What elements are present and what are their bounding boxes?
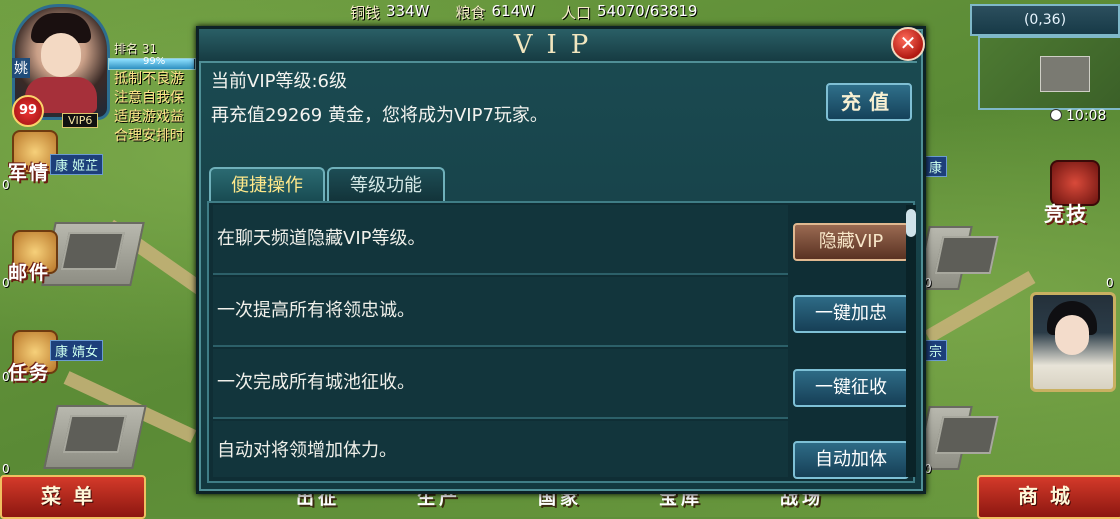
feature-description: 一次完成所有城池征收。: [217, 372, 415, 393]
player-level-badge: 99: [12, 95, 44, 127]
counter-label: 0: [2, 178, 10, 192]
grain-value: 614W: [491, 2, 535, 20]
quest-label: 任务: [8, 362, 51, 384]
arena-label: 竞技: [1044, 202, 1088, 226]
notice-line: 合理安排时: [114, 128, 184, 144]
next-vip-hint: 再充值29269 黄金，您将成为VIP7玩家。: [211, 105, 548, 126]
city-name-label[interactable]: 康 婧女: [50, 340, 104, 361]
grain-label: 粮食: [455, 4, 486, 22]
close-icon[interactable]: ✕: [891, 27, 925, 61]
one-click-loyalty-button[interactable]: 一键加忠: [793, 295, 909, 333]
military-report-label: 军情: [8, 162, 51, 184]
menu-button[interactable]: 菜单: [0, 475, 146, 519]
scrollbar-thumb[interactable]: [906, 209, 916, 237]
mail-button[interactable]: 邮件: [4, 230, 66, 284]
anti-addiction-notice: 抵制不良游 注意自我保 适度游戏益 合理安排时: [114, 70, 198, 146]
hide-vip-button[interactable]: 隐藏VIP: [793, 223, 909, 261]
notice-line: 抵制不良游: [114, 71, 184, 87]
minimap-city: [1040, 56, 1090, 92]
clock-icon: [1050, 109, 1062, 121]
avatar-face: [41, 33, 81, 77]
population-value: 54070/63819: [596, 2, 698, 20]
current-vip-level: 当前VIP等级:6级: [211, 71, 347, 92]
grain-resource: 粮食 614W: [455, 2, 534, 26]
city-name-label-right[interactable]: 康: [924, 156, 948, 177]
progress-percent: 99%: [143, 56, 166, 67]
feature-description: 在聊天频道隐藏VIP等级。: [217, 228, 426, 249]
clock: 10:08: [1050, 108, 1106, 124]
mail-label: 邮件: [8, 262, 51, 284]
auto-stamina-button[interactable]: 自动加体: [793, 441, 909, 479]
clock-time: 10:08: [1066, 108, 1107, 124]
copper-label: 铜钱: [350, 4, 381, 22]
advisor-portrait[interactable]: [1030, 292, 1116, 392]
player-vip-badge: VIP6: [62, 113, 99, 128]
counter-label: 0: [2, 276, 10, 290]
advisor-face: [1055, 315, 1089, 355]
arena-button[interactable]: 竞技: [1040, 160, 1110, 226]
tab-quick-actions[interactable]: 便捷操作: [209, 167, 325, 203]
vip-dialog: VIP ✕ 当前VIP等级:6级 再充值29269 黄金，您将成为VIP7玩家。…: [196, 26, 926, 494]
population-resource: 人口 54070/63819: [561, 2, 698, 26]
one-click-collect-button[interactable]: 一键征收: [793, 369, 909, 407]
shop-button[interactable]: 商城: [977, 475, 1120, 519]
feature-description: 自动对将领增加体力。: [217, 440, 397, 461]
feature-description: 一次提高所有将领忠诚。: [217, 300, 415, 321]
copper-value: 334W: [386, 2, 430, 20]
counter-label: 0: [2, 370, 10, 384]
population-label: 人口: [560, 4, 591, 22]
copper-resource: 铜钱 334W: [350, 2, 429, 26]
notice-line: 注意自我保: [114, 90, 184, 106]
city-name-label[interactable]: 康 姬芷: [50, 154, 104, 175]
player-progress-bar: 99%: [108, 56, 196, 70]
list-scrollbar[interactable]: [906, 205, 916, 477]
map-coordinates[interactable]: (0,36): [970, 4, 1120, 36]
list-item: 自动对将领增加体力。: [213, 421, 788, 477]
tab-level-features[interactable]: 等级功能: [327, 167, 445, 203]
city-building[interactable]: [43, 405, 147, 469]
city-name-label-right[interactable]: 宗: [924, 340, 948, 361]
list-item: 在聊天频道隐藏VIP等级。: [213, 205, 788, 275]
resource-bar: 铜钱 334W 粮食 614W 人口 54070/63819: [350, 2, 820, 26]
player-rank: 排名 31: [114, 42, 158, 56]
minimap[interactable]: [978, 36, 1120, 110]
list-item: 一次提高所有将领忠诚。: [213, 277, 788, 347]
notice-line: 适度游戏益: [114, 109, 184, 125]
dialog-title: VIP: [199, 29, 917, 63]
player-name-tag: 姚: [12, 58, 30, 78]
list-item: 一次完成所有城池征收。: [213, 349, 788, 419]
counter-label: 0: [2, 462, 10, 476]
vip-feature-list[interactable]: 在聊天频道隐藏VIP等级。 隐藏VIP 一次提高所有将领忠诚。 一键加忠 一次完…: [207, 201, 916, 483]
counter-label: 0: [1106, 276, 1114, 290]
recharge-button[interactable]: 充值: [826, 83, 912, 121]
